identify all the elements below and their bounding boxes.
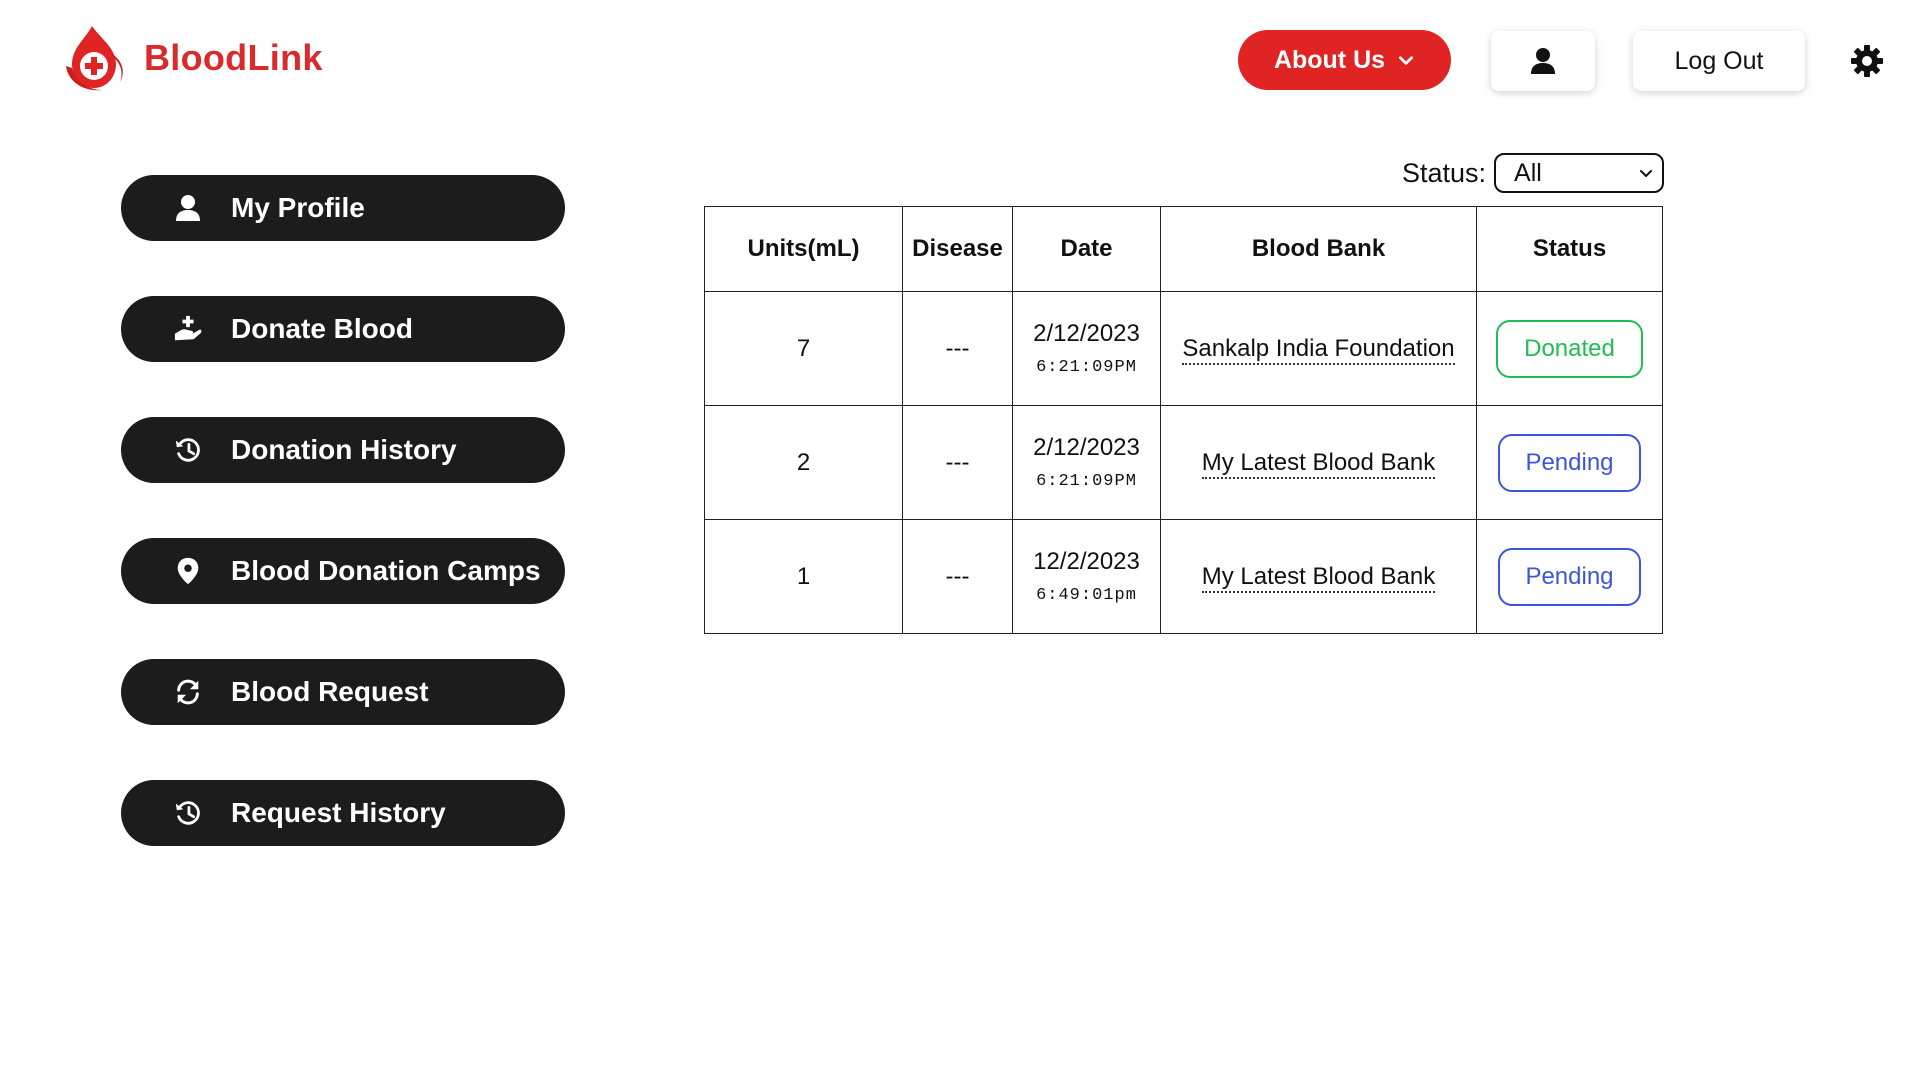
history-icon — [173, 798, 203, 828]
profile-button[interactable] — [1491, 31, 1595, 91]
time-value: 6:21:09PM — [1036, 358, 1137, 377]
blood-bank-cell: My Latest Blood Bank — [1160, 519, 1477, 634]
status-badge: Pending — [1498, 433, 1641, 492]
status-cell: Pending — [1476, 405, 1663, 520]
date-cell: 12/2/2023 6:49:01pm — [1012, 519, 1161, 634]
brand-logo[interactable]: BloodLink — [62, 24, 323, 92]
sidebar-item-blood-donation-camps[interactable]: Blood Donation Camps — [121, 538, 565, 604]
donate-hand-icon — [173, 314, 203, 344]
logout-button[interactable]: Log Out — [1633, 31, 1805, 91]
table-header-row: Units(mL) Disease Date Blood Bank Status — [704, 206, 1663, 292]
blood-bank-cell: My Latest Blood Bank — [1160, 405, 1477, 520]
disease-cell: --- — [902, 291, 1013, 406]
status-cell: Pending — [1476, 519, 1663, 634]
status-cell: Donated — [1476, 291, 1663, 406]
donation-table: Units(mL) Disease Date Blood Bank Status… — [704, 206, 1663, 634]
table-row: 1 --- 12/2/2023 6:49:01pm My Latest Bloo… — [704, 519, 1663, 634]
time-value: 6:21:09PM — [1036, 472, 1137, 491]
units-cell: 1 — [704, 519, 903, 634]
gear-icon[interactable] — [1850, 44, 1884, 78]
status-filter: Status: All — [1402, 153, 1665, 193]
blood-bank-cell: Sankalp India Foundation — [1160, 291, 1477, 406]
sidebar-item-label: Blood Request — [231, 676, 429, 707]
units-cell: 7 — [704, 291, 903, 406]
date-value: 12/2/2023 — [1033, 548, 1140, 575]
blood-bank-link[interactable]: My Latest Blood Bank — [1201, 562, 1436, 593]
units-cell: 2 — [704, 405, 903, 520]
sidebar-item-my-profile[interactable]: My Profile — [121, 175, 565, 241]
user-icon — [1531, 48, 1555, 74]
about-us-label: About Us — [1273, 45, 1386, 74]
refresh-icon — [173, 677, 203, 707]
sidebar-item-label: Donation History — [231, 434, 457, 465]
table-row: 7 --- 2/12/2023 6:21:09PM Sankalp India … — [704, 291, 1663, 406]
chevron-down-icon — [1399, 56, 1414, 65]
column-header-status: Status — [1476, 206, 1663, 292]
column-header-units: Units(mL) — [704, 206, 903, 292]
blood-bank-link[interactable]: My Latest Blood Bank — [1201, 448, 1436, 479]
date-cell: 2/12/2023 6:21:09PM — [1012, 405, 1161, 520]
sidebar-item-donation-history[interactable]: Donation History — [121, 417, 565, 483]
history-icon — [173, 435, 203, 465]
sidebar-item-donate-blood[interactable]: Donate Blood — [121, 296, 565, 362]
about-us-button[interactable]: About Us — [1238, 30, 1451, 90]
date-cell: 2/12/2023 6:21:09PM — [1012, 291, 1161, 406]
sidebar-item-label: Donate Blood — [231, 313, 413, 344]
date-value: 2/12/2023 — [1033, 320, 1140, 347]
sidebar-item-label: My Profile — [231, 192, 365, 223]
table-row: 2 --- 2/12/2023 6:21:09PM My Latest Bloo… — [704, 405, 1663, 520]
user-icon — [173, 193, 203, 223]
brand-name: BloodLink — [144, 37, 323, 78]
status-badge: Pending — [1498, 547, 1641, 606]
sidebar-item-request-history[interactable]: Request History — [121, 780, 565, 846]
disease-cell: --- — [902, 519, 1013, 634]
status-filter-label: Status: — [1402, 157, 1487, 188]
location-pin-icon — [173, 556, 203, 586]
column-header-date: Date — [1012, 206, 1161, 292]
date-value: 2/12/2023 — [1033, 434, 1140, 461]
logout-label: Log Out — [1674, 46, 1764, 75]
chevron-down-icon — [1640, 170, 1653, 177]
sidebar-item-blood-request[interactable]: Blood Request — [121, 659, 565, 725]
status-badge: Donated — [1496, 319, 1643, 378]
blood-drop-logo-icon — [66, 26, 123, 91]
sidebar: My Profile Donate Blood Donation History — [121, 175, 565, 901]
column-header-blood-bank: Blood Bank — [1160, 206, 1477, 292]
sidebar-item-label: Request History — [231, 797, 446, 828]
time-value: 6:49:01pm — [1036, 586, 1137, 605]
status-select-value: All — [1514, 158, 1542, 187]
sidebar-item-label: Blood Donation Camps — [231, 555, 541, 586]
disease-cell: --- — [902, 405, 1013, 520]
column-header-disease: Disease — [902, 206, 1013, 292]
status-select[interactable]: All — [1494, 153, 1665, 193]
blood-bank-link[interactable]: Sankalp India Foundation — [1182, 334, 1455, 365]
